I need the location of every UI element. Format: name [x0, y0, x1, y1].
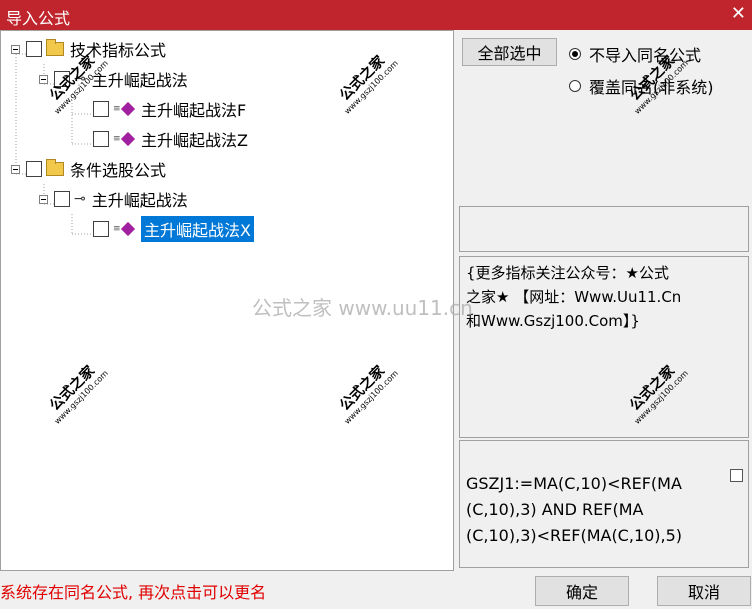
formula-icon: ≡: [113, 131, 135, 147]
collapse-icon[interactable]: [11, 44, 20, 54]
description-line: 和Www.Gszj100.Com】}: [466, 312, 640, 330]
formula-line: (C,10),3) AND REF(MA: [466, 500, 644, 519]
collapse-icon[interactable]: [39, 74, 48, 84]
center-watermark: 公式之家 www.uu11.cn: [252, 296, 473, 320]
window-title: 导入公式: [6, 9, 71, 28]
radio-button[interactable]: [569, 80, 581, 92]
formula-preview: GSZJ1:=MA(C,10)<REF(MA (C,10),3) AND REF…: [459, 440, 749, 568]
collapse-icon[interactable]: [39, 194, 48, 204]
formula-label: 主升崛起战法F: [141, 101, 247, 120]
folder-icon: [46, 39, 64, 56]
formula-line: (C,10),3)<REF(MA(C,10),5): [466, 526, 683, 545]
tree-formula-f[interactable]: ≡ 主升崛起战法F: [93, 97, 246, 121]
item-label: 主升崛起战法: [91, 191, 188, 210]
description-line: 之家★ 【网址：Www.Uu11.Cn: [466, 288, 682, 306]
folder-icon: [46, 159, 64, 176]
formula-line: GSZJ1:=MA(C,10)<REF(MA: [466, 474, 682, 493]
collapse-icon[interactable]: [11, 164, 20, 174]
preview-checkbox[interactable]: [730, 469, 743, 482]
group-checkbox[interactable]: [26, 161, 42, 177]
item-label: 主升崛起战法: [91, 71, 188, 90]
ok-button[interactable]: 确定: [535, 576, 629, 606]
group-checkbox[interactable]: [26, 41, 42, 57]
radio-button[interactable]: [569, 48, 581, 60]
tree-formula-x[interactable]: ≡ 主升崛起战法X: [93, 216, 254, 242]
empty-field: [459, 206, 749, 252]
formula-checkbox[interactable]: [93, 101, 109, 117]
options-panel: 全部选中 不导入同名公式 覆盖同名(非系统) {更多指标关注公众号：★公式 之家…: [457, 30, 752, 571]
cancel-button[interactable]: 取消: [657, 576, 751, 606]
item-checkbox[interactable]: [54, 191, 70, 207]
formula-icon: ≡: [113, 221, 135, 237]
key-icon: ⊸: [74, 191, 86, 207]
formula-label: 主升崛起战法Z: [141, 131, 248, 150]
close-icon[interactable]: ✕: [731, 3, 746, 24]
title-bar: 导入公式 ✕: [0, 0, 752, 30]
status-message: 系统存在同名公式, 再次点击可以更名: [0, 583, 267, 602]
description-box: {更多指标关注公众号：★公式 之家★ 【网址：Www.Uu11.Cn 和Www.…: [459, 256, 749, 438]
formula-checkbox[interactable]: [93, 221, 109, 237]
formula-label-selected[interactable]: 主升崛起战法X: [141, 216, 254, 242]
formula-checkbox[interactable]: [93, 131, 109, 147]
tree-item-strategy[interactable]: ⊸ 主升崛起战法: [39, 187, 188, 211]
description-line: {更多指标关注公众号：★公式: [466, 264, 669, 282]
group-label: 条件选股公式: [70, 161, 167, 180]
tree-formula-z[interactable]: ≡ 主升崛起战法Z: [93, 127, 248, 151]
select-all-button[interactable]: 全部选中: [462, 38, 557, 66]
tree-group-condition[interactable]: 条件选股公式: [11, 157, 166, 181]
formula-icon: ≡: [113, 101, 135, 117]
